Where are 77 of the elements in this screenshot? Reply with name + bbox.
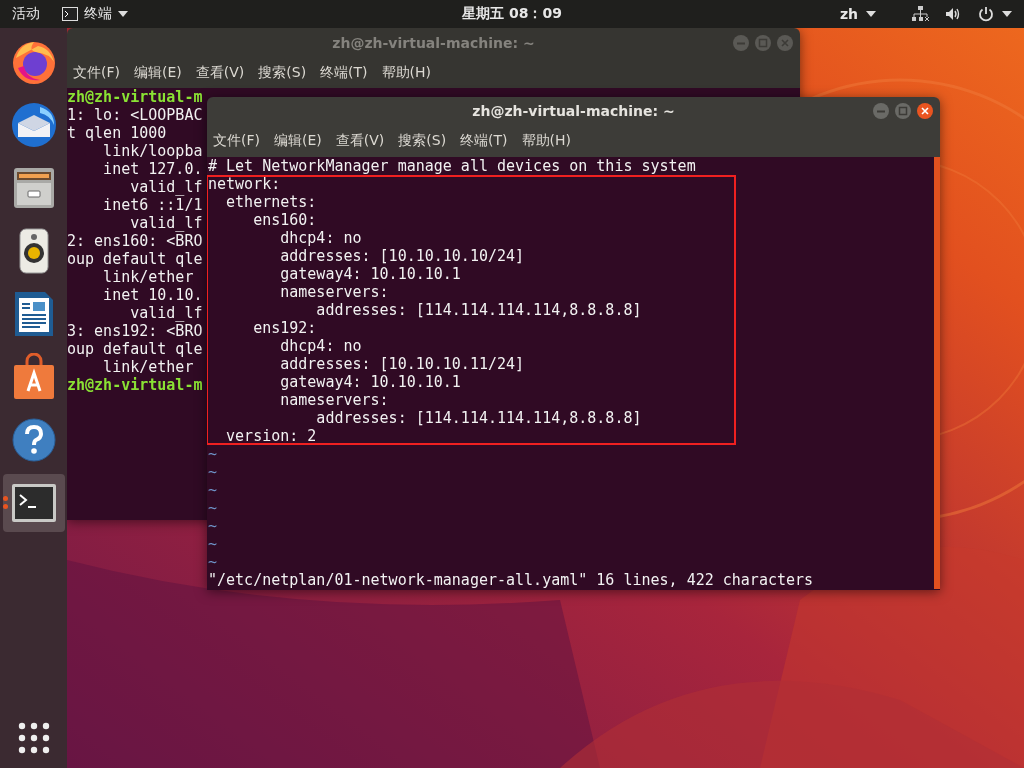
shell-prompt: zh@zh-virtual-m [67,376,203,394]
app-grid-icon[interactable] [17,722,50,754]
output-line: valid_lf [129,304,203,322]
output-line: 2: ens160: <BRO [67,232,203,250]
menu-item[interactable]: 搜索(S) [258,64,307,82]
power-icon [978,6,994,22]
empty-line-marker: ~ [208,463,218,481]
shell-prompt: zh@zh-virtual-m [67,88,203,106]
terminal-icon [10,483,57,523]
caret-icon [118,11,128,17]
output-line: link/ether [102,268,194,286]
menu-item[interactable]: 编辑(E) [134,64,182,82]
menu-item[interactable]: 文件(F) [73,64,120,82]
code-line: dhcp4: no [207,229,736,247]
network-icon[interactable] [912,6,930,22]
code-line: version: 2 [207,427,736,445]
shopping-bag-icon [11,353,56,401]
empty-line-marker: ~ [208,445,218,463]
document-icon [12,290,55,338]
mail-bird-icon [9,101,58,149]
activities-button[interactable]: 活动 [12,5,40,23]
code-line: ens160: [207,211,736,229]
menu-item[interactable]: 终端(T) [320,64,368,82]
output-line: inet 10.10. [102,286,203,304]
output-line: link/ether [102,358,194,376]
output-line: 1: lo: <LOOPBAC [67,106,203,124]
power-menu[interactable] [978,6,1012,22]
code-line: ethernets: [207,193,736,211]
output-line: valid_lf [129,214,203,232]
code-line: gateway4: 10.10.10.1 [207,373,736,391]
window-title: zh@zh-virtual-machine: ~ [472,103,675,119]
language-menu[interactable]: zh [839,6,876,22]
empty-line-marker: ~ [208,553,218,571]
menu-item[interactable]: 终端(T) [460,132,508,150]
empty-line-marker: ~ [208,499,218,517]
output-line: oup default qle [67,250,203,268]
close-button[interactable] [916,102,934,120]
code-line: dhcp4: no [207,337,736,355]
code-line: network: [207,175,736,193]
terminal-icon [62,7,78,21]
empty-line-marker: ~ [208,535,218,553]
menu-item[interactable]: 编辑(E) [274,132,322,150]
code-line: # Let NetworkManager manage all devices on this system [208,157,696,175]
output-line: t qlen 1000 [67,124,167,142]
code-line: addresses: [114.114.114.114,8.8.8.8] [207,301,736,319]
clock[interactable]: 星期五 08：09 [462,5,562,23]
app-menu[interactable]: 终端 [62,5,128,23]
output-line: valid_lf [129,178,203,196]
status-line: "/etc/netplan/01-network-manager-all.yaml" 16 lines, 422 characters [208,571,814,589]
volume-icon[interactable] [946,7,962,21]
menu-item[interactable]: 查看(V) [195,64,245,82]
code-line: addresses: [10.10.10.11/24] [207,355,736,373]
menu-item[interactable]: 帮助(H) [381,64,432,82]
menu-item[interactable]: 查看(V) [335,132,385,150]
code-line: nameservers: [207,283,736,301]
dock-item[interactable] [2,474,65,532]
menu-item[interactable]: 文件(F) [213,132,260,150]
scrollbar[interactable] [934,157,940,589]
output-line: inet6 ::1/1 [102,196,203,214]
question-mark-icon [10,417,57,463]
empty-line-marker: ~ [208,517,218,535]
window-title: zh@zh-virtual-machine: ~ [332,35,535,51]
code-line: addresses: [114.114.114.114,8.8.8.8] [207,409,736,427]
running-indicator [2,496,8,509]
output-line: inet 127.0. [102,160,203,178]
code-line: ens192: [207,319,736,337]
output-line: 3: ens192: <BRO [67,322,203,340]
output-line: oup default qle [67,340,203,358]
output-line: link/loopba [102,142,203,160]
code-line: nameservers: [207,391,736,409]
menu-item[interactable]: 搜索(S) [398,132,447,150]
caret-icon [1002,11,1012,17]
code-line: addresses: [10.10.10.10/24] [207,247,736,265]
empty-line-marker: ~ [208,481,218,499]
code-line: gateway4: 10.10.10.1 [207,265,736,283]
caret-icon [866,11,876,17]
menu-item[interactable]: 帮助(H) [521,132,572,150]
